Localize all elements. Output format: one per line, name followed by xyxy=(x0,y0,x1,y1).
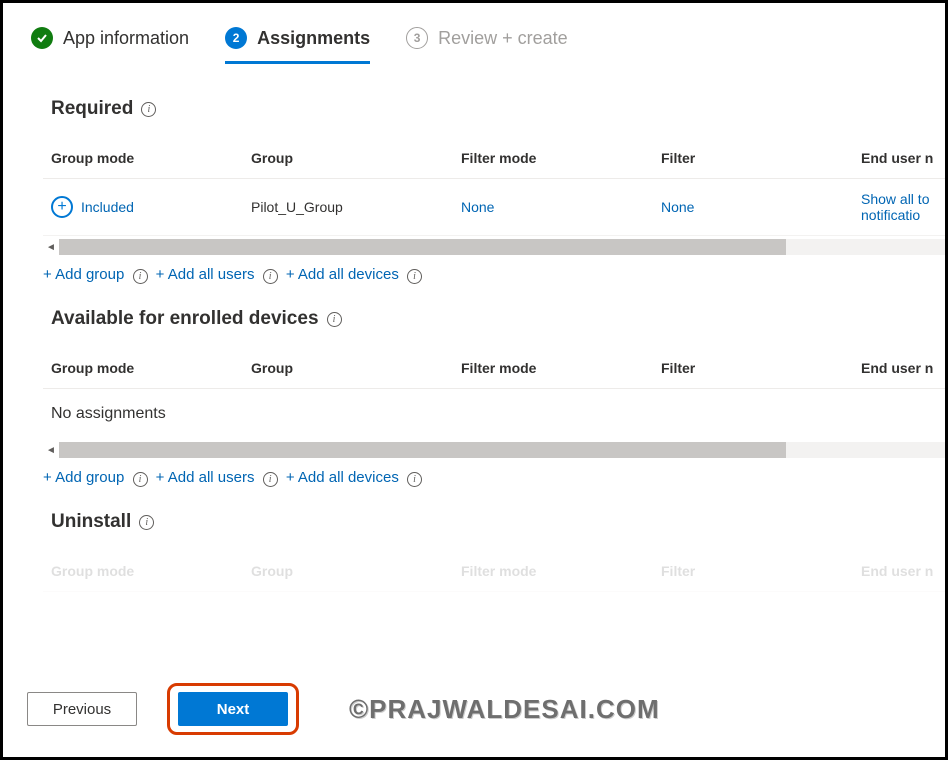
info-icon[interactable]: i xyxy=(327,312,342,327)
col-end-user: End user n xyxy=(861,360,945,376)
required-table: Group mode Group Filter mode Filter End … xyxy=(43,138,945,236)
scroll-left-icon[interactable]: ◄ xyxy=(43,442,59,458)
scroll-track[interactable] xyxy=(59,442,945,458)
horizontal-scrollbar[interactable]: ◄ xyxy=(43,238,945,256)
add-all-devices-link[interactable]: + Add all devices xyxy=(286,469,399,486)
col-filter: Filter xyxy=(661,360,861,376)
table-row[interactable]: + Included Pilot_U_Group None None Show … xyxy=(43,179,945,236)
tab-app-information[interactable]: App information xyxy=(31,27,189,64)
col-group: Group xyxy=(251,563,461,579)
info-icon[interactable]: i xyxy=(407,472,422,487)
cell-group: Pilot_U_Group xyxy=(251,199,461,215)
col-group-mode: Group mode xyxy=(51,150,251,166)
col-end-user: End user n xyxy=(861,150,945,166)
section-title-required: Required i xyxy=(51,98,945,120)
wizard-footer: Previous Next ©PRAJWALDESAI.COM xyxy=(3,669,945,757)
watermark-text: ©PRAJWALDESAI.COM xyxy=(349,694,660,725)
col-filter: Filter xyxy=(661,563,861,579)
scroll-thumb[interactable] xyxy=(59,442,786,458)
horizontal-scrollbar[interactable]: ◄ xyxy=(43,441,945,459)
tab-review-create: 3 Review + create xyxy=(406,27,568,64)
highlight-annotation: Next xyxy=(167,683,299,735)
cell-group-mode[interactable]: + Included xyxy=(51,196,251,218)
col-group: Group xyxy=(251,150,461,166)
scroll-thumb[interactable] xyxy=(59,239,786,255)
col-filter: Filter xyxy=(661,150,861,166)
add-all-users-link[interactable]: + Add all users xyxy=(156,266,255,283)
add-all-users-link[interactable]: + Add all users xyxy=(156,469,255,486)
scroll-track[interactable] xyxy=(59,239,945,255)
col-end-user: End user n xyxy=(861,563,945,579)
section-title-text: Required xyxy=(51,98,133,120)
info-icon[interactable]: i xyxy=(141,102,156,117)
section-title-uninstall: Uninstall i xyxy=(51,511,945,533)
info-icon[interactable]: i xyxy=(263,472,278,487)
section-title-text: Uninstall xyxy=(51,511,131,533)
available-actions: + Add group i + Add all users i + Add al… xyxy=(43,469,945,487)
info-icon[interactable]: i xyxy=(133,269,148,284)
cell-end-user[interactable]: Show all to notificatio xyxy=(861,191,945,223)
add-group-link[interactable]: + Add group xyxy=(43,469,124,486)
wizard-tabs: App information 2 Assignments 3 Review +… xyxy=(3,3,945,64)
cell-filter[interactable]: None xyxy=(661,199,861,215)
required-actions: + Add group i + Add all users i + Add al… xyxy=(43,266,945,284)
tab-assignments[interactable]: 2 Assignments xyxy=(225,27,370,64)
check-icon xyxy=(31,27,53,49)
table-header: Group mode Group Filter mode Filter End … xyxy=(43,348,945,389)
content-area: Required i Group mode Group Filter mode … xyxy=(3,64,945,668)
previous-button[interactable]: Previous xyxy=(27,692,137,726)
col-filter-mode: Filter mode xyxy=(461,150,661,166)
cell-text: Show all to xyxy=(861,191,929,207)
plus-circle-icon: + xyxy=(51,196,73,218)
info-icon[interactable]: i xyxy=(139,515,154,530)
step-number-icon: 2 xyxy=(225,27,247,49)
info-icon[interactable]: i xyxy=(407,269,422,284)
info-icon[interactable]: i xyxy=(263,269,278,284)
table-header: Group mode Group Filter mode Filter End … xyxy=(43,138,945,179)
col-filter-mode: Filter mode xyxy=(461,360,661,376)
next-button[interactable]: Next xyxy=(178,692,288,726)
no-assignments-text: No assignments xyxy=(43,389,945,439)
col-group-mode: Group mode xyxy=(51,563,251,579)
col-group-mode: Group mode xyxy=(51,360,251,376)
tab-label: Assignments xyxy=(257,28,370,49)
tab-label: App information xyxy=(63,28,189,49)
tab-label: Review + create xyxy=(438,28,568,49)
section-title-text: Available for enrolled devices xyxy=(51,308,319,330)
section-title-available: Available for enrolled devices i xyxy=(51,308,945,330)
available-table: Group mode Group Filter mode Filter End … xyxy=(43,348,945,439)
scroll-left-icon[interactable]: ◄ xyxy=(43,239,59,255)
table-header: Group mode Group Filter mode Filter End … xyxy=(43,551,945,592)
add-all-devices-link[interactable]: + Add all devices xyxy=(286,266,399,283)
cell-text: notificatio xyxy=(861,207,920,223)
info-icon[interactable]: i xyxy=(133,472,148,487)
cell-text: Included xyxy=(81,199,134,215)
col-filter-mode: Filter mode xyxy=(461,563,661,579)
add-group-link[interactable]: + Add group xyxy=(43,266,124,283)
uninstall-table: Group mode Group Filter mode Filter End … xyxy=(43,551,945,592)
step-number-icon: 3 xyxy=(406,27,428,49)
col-group: Group xyxy=(251,360,461,376)
cell-filter-mode[interactable]: None xyxy=(461,199,661,215)
